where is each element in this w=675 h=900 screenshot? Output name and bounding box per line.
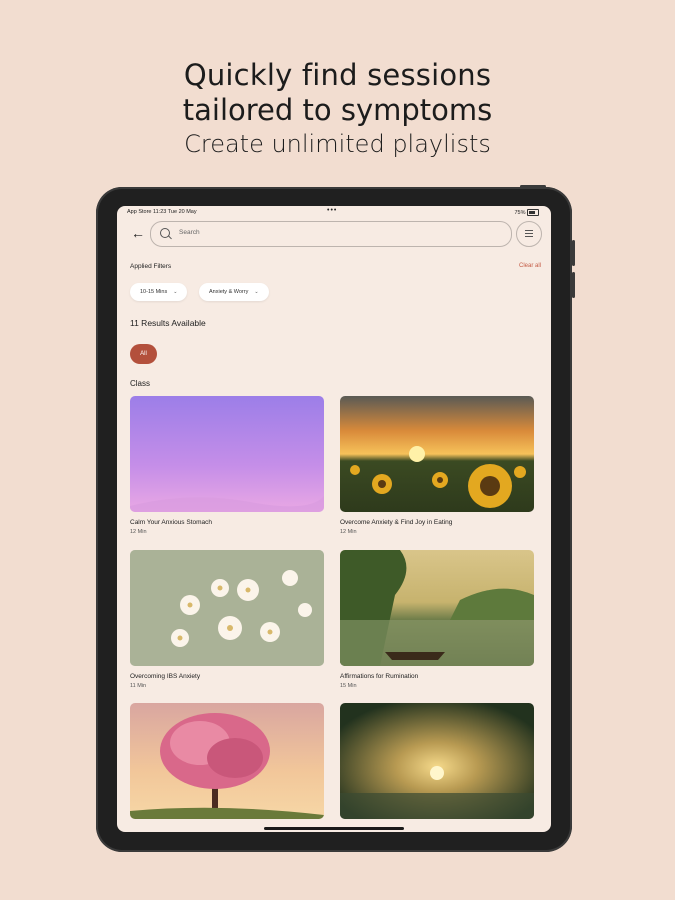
- app-screen: App Store 11:23 Tue 20 May ••• 75% ← Sea…: [117, 206, 551, 832]
- clear-all-link[interactable]: Clear all: [519, 263, 541, 269]
- section-heading-class: Class: [130, 379, 151, 388]
- battery-icon: [527, 209, 539, 216]
- session-thumbnail: [340, 396, 534, 512]
- status-right: 75%: [514, 209, 539, 216]
- filter-icon-line: [525, 233, 533, 235]
- card-duration: 11 Min: [130, 683, 147, 689]
- card-duration: 15 Min: [340, 683, 357, 689]
- card-title: Calm Your Anxious Stomach: [130, 519, 213, 526]
- session-thumbnail: [340, 550, 534, 666]
- session-thumbnail: [130, 550, 324, 666]
- card-duration: 12 Min: [130, 529, 147, 535]
- home-indicator: [264, 827, 404, 830]
- chip-label: Anxiety & Worry: [209, 289, 249, 295]
- results-count: 11 Results Available: [130, 318, 206, 328]
- filter-icon-line: [525, 236, 533, 238]
- search-placeholder: Search: [179, 229, 200, 236]
- filter-icon: [525, 230, 533, 232]
- session-card[interactable]: Overcome Anxiety & Find Joy in Eating 12…: [340, 396, 534, 535]
- status-bar: App Store 11:23 Tue 20 May ••• 75%: [117, 206, 551, 220]
- battery-percent: 75%: [514, 209, 526, 216]
- filter-chip-symptom[interactable]: Anxiety & Worry ⌄: [199, 283, 269, 301]
- search-input[interactable]: Search: [150, 221, 512, 247]
- headline-line-3: Create unlimited playlists: [184, 130, 491, 158]
- card-title: Affirmations for Rumination: [340, 673, 419, 680]
- card-duration: 12 Min: [340, 529, 357, 535]
- card-title: Overcome Anxiety & Find Joy in Eating: [340, 519, 453, 526]
- power-button: [520, 185, 546, 188]
- session-card[interactable]: [340, 703, 534, 826]
- headline-line-2: tailored to symptoms: [182, 93, 493, 127]
- session-thumbnail: [130, 396, 324, 512]
- applied-filters-heading: Applied Filters: [130, 263, 172, 270]
- volume-button: [572, 272, 575, 298]
- headline-line-1: Quickly find sessions: [183, 58, 492, 92]
- category-pill-all[interactable]: All: [130, 344, 157, 364]
- session-thumbnail: [340, 703, 534, 819]
- chevron-down-icon: ⌄: [173, 289, 178, 295]
- chip-label: 10-15 Mins: [140, 289, 168, 295]
- status-left: App Store 11:23 Tue 20 May: [127, 209, 197, 215]
- filter-chip-duration[interactable]: 10-15 Mins ⌄: [130, 283, 188, 301]
- session-thumbnail: [130, 703, 324, 819]
- session-card[interactable]: [130, 703, 324, 826]
- card-title: Overcoming IBS Anxiety: [130, 673, 201, 680]
- filter-button[interactable]: [516, 221, 542, 247]
- session-card[interactable]: Calm Your Anxious Stomach 12 Min: [130, 396, 324, 535]
- search-icon: [160, 228, 170, 238]
- volume-button: [572, 240, 575, 266]
- multitask-dots-icon: •••: [327, 207, 338, 214]
- session-card[interactable]: Overcoming IBS Anxiety 11 Min: [130, 550, 324, 689]
- back-arrow-icon[interactable]: ←: [131, 226, 145, 240]
- session-card[interactable]: Affirmations for Rumination 15 Min: [340, 550, 534, 689]
- chevron-down-icon: ⌄: [254, 289, 259, 295]
